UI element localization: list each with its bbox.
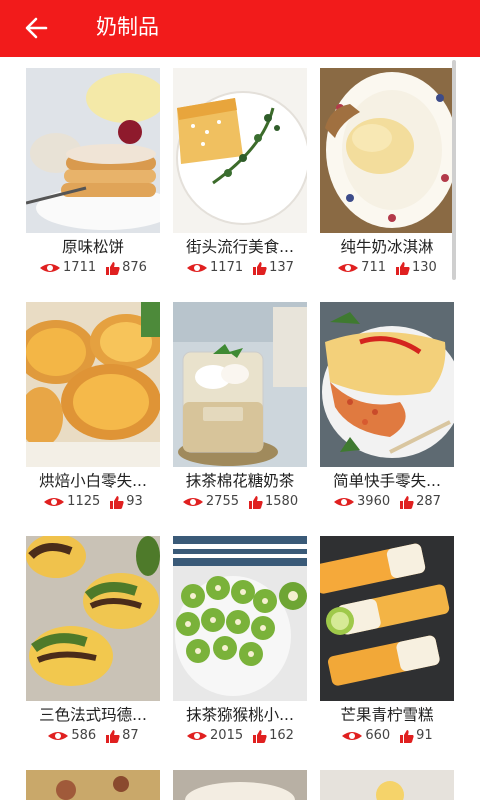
like-count: 137 bbox=[269, 260, 294, 275]
like-count: 87 bbox=[122, 728, 139, 743]
recipe-image bbox=[173, 68, 307, 233]
recipe-stats: 586 87 bbox=[26, 727, 160, 745]
eye-icon bbox=[182, 498, 203, 506]
thumbs-up-icon bbox=[106, 729, 120, 743]
like-count: 162 bbox=[269, 728, 294, 743]
recipe-stats: 3960 287 bbox=[320, 493, 454, 511]
eye-icon bbox=[48, 732, 69, 740]
recipe-stats: 711 130 bbox=[320, 259, 454, 277]
recipe-name: 三色法式玛德... bbox=[39, 706, 147, 724]
view-count: 1171 bbox=[210, 260, 244, 275]
view-count: 660 bbox=[365, 728, 391, 743]
eye-icon bbox=[40, 264, 61, 272]
back-button[interactable] bbox=[20, 12, 54, 44]
recipe-name: 抹茶猕猴桃小... bbox=[186, 706, 294, 724]
recipe-name: 烘焙小白零失... bbox=[39, 472, 147, 490]
thumbs-up-icon bbox=[400, 495, 414, 509]
view-count: 1711 bbox=[63, 260, 97, 275]
recipe-grid: 原味松饼 1711 876 街头流行美食... 1171 137 纯牛奶冰淇淋 … bbox=[0, 57, 480, 800]
header-bar: 奶制品 bbox=[0, 0, 480, 57]
thumbs-up-icon bbox=[396, 261, 410, 275]
recipe-stats: 2015 162 bbox=[173, 727, 307, 745]
eye-icon bbox=[338, 264, 359, 272]
eye-icon bbox=[44, 498, 65, 506]
recipe-image bbox=[26, 302, 160, 467]
back-arrow-icon bbox=[25, 17, 48, 39]
thumbs-up-icon bbox=[110, 495, 124, 509]
like-count: 130 bbox=[412, 260, 437, 275]
view-count: 3960 bbox=[357, 494, 391, 509]
like-count: 1580 bbox=[265, 494, 299, 509]
view-count: 2015 bbox=[210, 728, 244, 743]
thumbs-up-icon bbox=[253, 729, 267, 743]
thumbs-up-icon bbox=[400, 729, 414, 743]
recipe-stats: 1171 137 bbox=[173, 259, 307, 277]
recipe-stats: 660 91 bbox=[320, 727, 454, 745]
recipe-image bbox=[320, 302, 454, 467]
recipe-image bbox=[173, 302, 307, 467]
eye-icon bbox=[334, 498, 355, 506]
thumbs-up-icon bbox=[253, 261, 267, 275]
thumbs-up-icon bbox=[249, 495, 263, 509]
recipe-name: 纯牛奶冰淇淋 bbox=[340, 238, 434, 256]
recipe-image bbox=[26, 770, 160, 800]
view-count: 586 bbox=[71, 728, 97, 743]
recipe-image bbox=[320, 536, 454, 701]
recipe-image bbox=[173, 536, 307, 701]
like-count: 876 bbox=[122, 260, 147, 275]
scrollbar[interactable] bbox=[452, 60, 456, 280]
eye-icon bbox=[187, 732, 208, 740]
view-count: 1125 bbox=[67, 494, 101, 509]
recipe-stats: 1711 876 bbox=[26, 259, 160, 277]
like-count: 91 bbox=[416, 728, 433, 743]
like-count: 93 bbox=[126, 494, 143, 509]
recipe-image bbox=[26, 536, 160, 701]
recipe-stats: 2755 1580 bbox=[173, 493, 307, 511]
eye-icon bbox=[187, 264, 208, 272]
view-count: 711 bbox=[361, 260, 386, 275]
recipe-name: 街头流行美食... bbox=[186, 238, 294, 256]
recipe-image bbox=[26, 68, 160, 233]
recipe-image bbox=[320, 68, 454, 233]
recipe-name: 简单快手零失... bbox=[333, 472, 441, 490]
recipe-image bbox=[173, 770, 307, 800]
recipe-image bbox=[320, 770, 454, 800]
like-count: 287 bbox=[416, 494, 441, 509]
recipe-name: 原味松饼 bbox=[61, 238, 124, 256]
page-title: 奶制品 bbox=[96, 15, 159, 39]
recipe-name: 抹茶棉花糖奶茶 bbox=[185, 472, 295, 490]
view-count: 2755 bbox=[205, 494, 239, 509]
thumbs-up-icon bbox=[106, 261, 120, 275]
eye-icon bbox=[342, 732, 363, 740]
recipe-stats: 1125 93 bbox=[26, 493, 160, 511]
recipe-name: 芒果青柠雪糕 bbox=[340, 706, 434, 724]
